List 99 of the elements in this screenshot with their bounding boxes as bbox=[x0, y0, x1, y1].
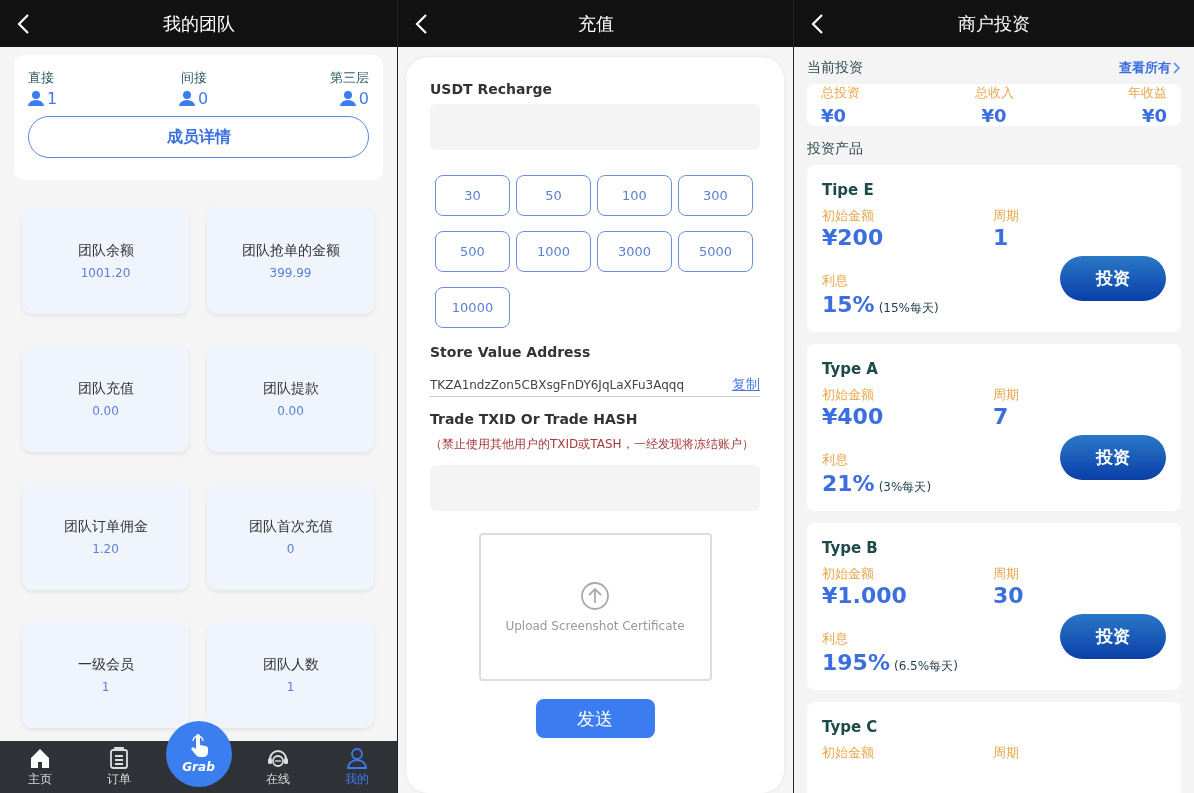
member-count: 0 bbox=[198, 89, 209, 108]
level-label: 第三层 bbox=[330, 69, 369, 87]
upload-icon bbox=[580, 581, 610, 611]
daily-rate: (15%每天) bbox=[878, 300, 939, 317]
send-button[interactable]: 发送 bbox=[535, 699, 655, 738]
person-icon bbox=[179, 91, 195, 106]
view-all-link[interactable]: 查看所有 bbox=[1119, 59, 1181, 77]
amount-option[interactable]: 1000 bbox=[516, 231, 591, 272]
nav-tab[interactable]: 在线 bbox=[238, 746, 318, 788]
amount-label: 初始金额 bbox=[822, 207, 875, 225]
period-label: 周期 bbox=[993, 207, 1020, 225]
product-name: Type A bbox=[822, 360, 879, 378]
summary-label: 总投资 bbox=[821, 84, 860, 102]
section-title: USDT Recharge bbox=[430, 81, 553, 97]
amount-label: 初始金额 bbox=[822, 565, 875, 583]
interest-label: 利息 bbox=[822, 451, 849, 469]
period-value: 30 bbox=[993, 583, 1025, 608]
grab-button[interactable]: Grab bbox=[165, 721, 232, 787]
person-icon bbox=[28, 91, 44, 106]
person-icon bbox=[339, 91, 356, 106]
amount-label: 初始金额 bbox=[822, 386, 875, 404]
stat-label: 一级会员 bbox=[77, 655, 134, 674]
chevron-right-icon bbox=[1173, 62, 1181, 74]
copy-link[interactable]: 复制 bbox=[732, 376, 760, 394]
summary-value: ¥0 bbox=[1141, 105, 1167, 126]
amount-option[interactable]: 30 bbox=[435, 175, 510, 216]
amount-option[interactable]: 100 bbox=[597, 175, 672, 216]
stat-label: 团队余额 bbox=[77, 241, 134, 260]
summary-label: 年收益 bbox=[1128, 84, 1167, 102]
stat-value: 1.20 bbox=[92, 541, 119, 556]
nav-tab[interactable]: 订单 bbox=[79, 746, 159, 788]
member-details-button[interactable]: 成员详情 bbox=[28, 116, 369, 158]
daily-rate: (3%每天) bbox=[878, 479, 932, 496]
wallet-address: TKZA1ndzZon5CBXsgFnDY6JqLaXFu3Aqqq bbox=[430, 378, 685, 392]
interest-label: 利息 bbox=[822, 272, 849, 290]
invest-button[interactable]: 投资 bbox=[1060, 256, 1166, 301]
stat-value: 1 bbox=[286, 679, 295, 694]
period-label: 周期 bbox=[993, 744, 1020, 762]
stat-value: 399.99 bbox=[269, 265, 312, 280]
amount-value: ¥400 bbox=[822, 404, 885, 429]
period-label: 周期 bbox=[993, 565, 1020, 583]
level-label: 直接 bbox=[28, 69, 55, 87]
stat-label: 团队人数 bbox=[262, 655, 319, 674]
amount-value: ¥200 bbox=[822, 225, 885, 250]
nav-tab[interactable]: 主页 bbox=[0, 746, 80, 788]
interest-label: 利息 bbox=[822, 630, 849, 648]
stat-value: 1001.20 bbox=[80, 265, 131, 280]
product-name: Type B bbox=[822, 539, 879, 557]
member-count: 1 bbox=[47, 89, 58, 108]
page-title: 我的团队 bbox=[162, 11, 235, 36]
period-label: 周期 bbox=[993, 386, 1020, 404]
person-icon bbox=[346, 746, 369, 769]
stat-value: 0 bbox=[286, 541, 295, 556]
hand-pointer-icon bbox=[188, 734, 209, 758]
level-label: 间接 bbox=[180, 69, 207, 87]
amount-option[interactable]: 500 bbox=[435, 231, 510, 272]
stat-value: 1 bbox=[101, 679, 110, 694]
section-title: 投资产品 bbox=[806, 139, 864, 158]
stat-value: 0.00 bbox=[92, 403, 119, 418]
stat-label: 团队提款 bbox=[262, 379, 319, 398]
amount-option[interactable]: 10000 bbox=[435, 287, 510, 328]
page-title: 商户投资 bbox=[958, 11, 1030, 36]
stat-label: 团队首次充值 bbox=[248, 517, 333, 536]
upload-area[interactable]: Upload Screenshot Certificate bbox=[478, 533, 712, 681]
back-icon[interactable] bbox=[414, 13, 428, 35]
back-icon[interactable] bbox=[16, 13, 30, 35]
member-count: 0 bbox=[358, 89, 369, 108]
warning-text: （禁止使用其他用户的TXID或TASH，一经发现将冻结账户） bbox=[430, 436, 755, 453]
interest-value: 195% bbox=[822, 650, 890, 675]
summary-value: ¥0 bbox=[981, 105, 1007, 126]
stat-label: 团队抢单的金额 bbox=[241, 241, 340, 260]
interest-value: 15% bbox=[822, 292, 875, 317]
stat-label: 团队订单佣金 bbox=[63, 517, 148, 536]
amount-option[interactable]: 5000 bbox=[678, 231, 753, 272]
product-name: Type C bbox=[822, 718, 879, 736]
back-icon[interactable] bbox=[810, 13, 824, 35]
page-title: 充值 bbox=[577, 11, 614, 36]
stat-label: 团队充值 bbox=[77, 379, 134, 398]
invest-button[interactable]: 投资 bbox=[1060, 435, 1166, 480]
section-title: Trade TXID Or Trade HASH bbox=[430, 411, 639, 427]
amount-value: ¥1.000 bbox=[822, 583, 908, 608]
nav-tab[interactable]: 我的 bbox=[317, 746, 397, 788]
interest-value: 21% bbox=[822, 471, 875, 496]
amount-label: 初始金额 bbox=[822, 744, 875, 762]
amount-option[interactable]: 300 bbox=[678, 175, 753, 216]
section-title: Store Value Address bbox=[430, 344, 592, 360]
amount-option[interactable]: 50 bbox=[516, 175, 591, 216]
house-icon bbox=[28, 746, 51, 769]
invest-button[interactable]: 投资 bbox=[1060, 614, 1166, 659]
summary-value: ¥0 bbox=[821, 105, 848, 126]
period-value: 1 bbox=[993, 225, 1010, 250]
amount-option[interactable]: 3000 bbox=[597, 231, 672, 272]
section-title: 当前投资 bbox=[807, 59, 863, 77]
daily-rate: (6.5%每天) bbox=[893, 658, 958, 675]
period-value: 7 bbox=[993, 404, 1010, 429]
summary-label: 总收入 bbox=[974, 84, 1014, 102]
product-name: Tipe E bbox=[822, 181, 875, 199]
stat-value: 0.00 bbox=[277, 403, 304, 418]
clipboard-icon bbox=[107, 746, 130, 769]
